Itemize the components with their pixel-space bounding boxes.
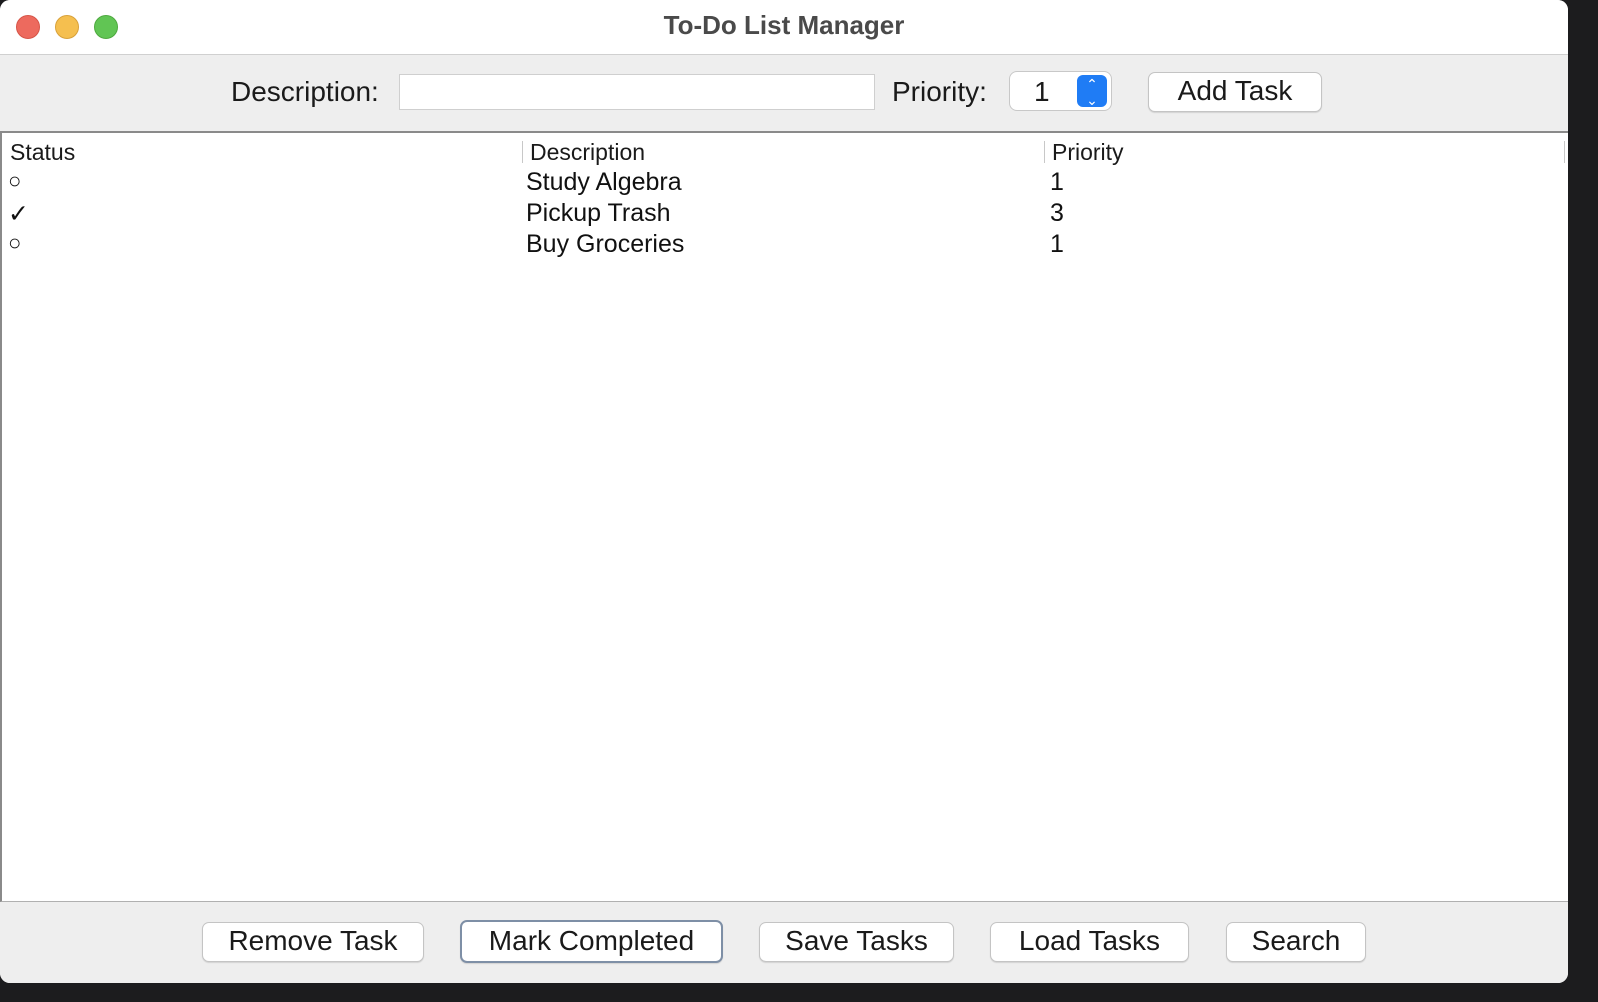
column-header-description[interactable]: Description — [530, 139, 645, 166]
task-description: Buy Groceries — [526, 230, 685, 258]
column-divider[interactable] — [1564, 141, 1565, 163]
todo-window: To-Do List Manager Description: Priority… — [0, 0, 1568, 983]
description-label: Description: — [231, 76, 379, 107]
description-input[interactable] — [399, 74, 875, 110]
status-pending-icon: ○ — [8, 230, 22, 255]
task-description: Pickup Trash — [526, 199, 671, 227]
column-divider[interactable] — [1044, 141, 1045, 163]
mark-completed-button[interactable]: Mark Completed — [460, 920, 723, 963]
column-header-status[interactable]: Status — [10, 139, 75, 166]
task-priority: 1 — [1050, 168, 1064, 196]
task-priority: 1 — [1050, 230, 1064, 258]
action-bar: Remove Task Mark Completed Save Tasks Lo… — [0, 902, 1568, 983]
load-tasks-button[interactable]: Load Tasks — [990, 922, 1189, 962]
save-tasks-button[interactable]: Save Tasks — [759, 922, 954, 962]
stepper-arrows-icon[interactable]: ⌃ ⌄ — [1077, 75, 1107, 107]
table-row[interactable]: ○ Buy Groceries 1 — [2, 230, 1568, 261]
status-completed-icon: ✓ — [8, 200, 29, 228]
task-priority: 3 — [1050, 199, 1064, 227]
title-bar: To-Do List Manager — [0, 0, 1568, 55]
column-divider[interactable] — [522, 141, 523, 163]
priority-value: 1 — [1034, 76, 1050, 107]
add-task-button[interactable]: Add Task — [1148, 72, 1322, 112]
remove-task-button[interactable]: Remove Task — [202, 922, 424, 962]
priority-label: Priority: — [892, 76, 987, 107]
column-header-priority[interactable]: Priority — [1052, 139, 1124, 166]
task-description: Study Algebra — [526, 168, 682, 196]
table-row[interactable]: ○ Study Algebra 1 — [2, 168, 1568, 199]
search-button[interactable]: Search — [1226, 922, 1366, 962]
window-title: To-Do List Manager — [663, 10, 905, 40]
table-row[interactable]: ✓ Pickup Trash 3 — [2, 199, 1568, 230]
status-pending-icon: ○ — [8, 168, 22, 193]
priority-stepper[interactable]: 1 ⌃ ⌄ — [1009, 71, 1112, 111]
task-table: Status Description Priority ○ Study Alge… — [0, 131, 1568, 902]
